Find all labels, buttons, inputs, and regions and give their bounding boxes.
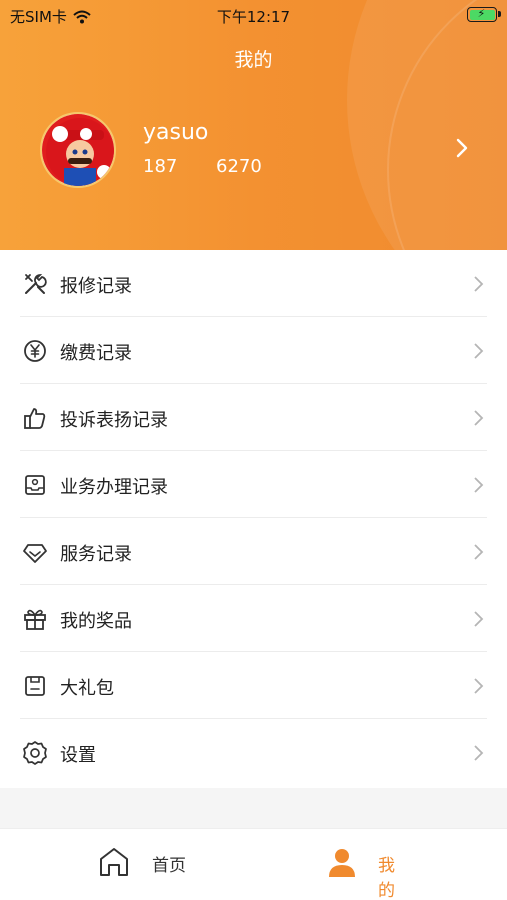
menu-item-settings[interactable]: 设置 [0, 719, 507, 786]
menu-item-service-records[interactable]: 服务记录 [0, 518, 507, 585]
chevron-right-icon [474, 745, 484, 761]
menu-item-repair-records[interactable]: 报修记录 [0, 250, 507, 317]
tab-bar: 首页 我的 [0, 828, 507, 900]
tab-mine-label: 我的 [378, 856, 395, 900]
tab-mine[interactable]: 我的 [0, 829, 395, 900]
profile-card[interactable]: yasuo 187 6270 [40, 110, 480, 190]
profile-header: 无SIM卡 下午12:17 ⚡ 我的 yasuo 187 6270 [0, 0, 507, 250]
gear-icon [23, 741, 47, 765]
tray-icon [25, 475, 45, 495]
diamond-icon [23, 544, 47, 563]
menu-item-business-records[interactable]: 业务办理记录 [0, 451, 507, 518]
user-icon [329, 849, 355, 877]
menu-item-my-prizes[interactable]: 我的奖品 [0, 585, 507, 652]
menu-item-gift-package[interactable]: 大礼包 [0, 652, 507, 719]
package-icon [25, 676, 45, 696]
chevron-right-icon [474, 343, 484, 359]
gift-icon [24, 609, 46, 630]
chevron-right-icon [474, 611, 484, 627]
profile-stat-1: 187 [143, 156, 178, 177]
menu-list: 报修记录 缴费记录 投诉表扬记录 业务办理记录 服务记录 我的奖品 大礼包 设置 [0, 250, 507, 788]
menu-item-label: 大礼包 [60, 678, 114, 699]
chevron-right-icon [474, 477, 484, 493]
menu-item-label: 我的奖品 [60, 611, 132, 632]
menu-item-label: 缴费记录 [60, 343, 132, 364]
status-bar: 无SIM卡 下午12:17 ⚡ [0, 0, 507, 32]
chevron-right-icon [474, 276, 484, 292]
chevron-right-icon[interactable] [452, 136, 472, 160]
menu-item-label: 设置 [60, 745, 96, 766]
chevron-right-icon [474, 410, 484, 426]
chevron-right-icon [474, 544, 484, 560]
menu-item-label: 服务记录 [60, 544, 132, 565]
yuan-coin-icon [24, 340, 46, 362]
username: yasuo [143, 120, 209, 145]
menu-item-complaint-records[interactable]: 投诉表扬记录 [0, 384, 507, 451]
profile-stat-2: 6270 [216, 156, 262, 177]
page-title: 我的 [234, 49, 273, 71]
avatar[interactable] [40, 112, 116, 188]
chevron-right-icon [474, 678, 484, 694]
menu-item-payment-records[interactable]: 缴费记录 [0, 317, 507, 384]
menu-item-label: 投诉表扬记录 [60, 410, 168, 431]
thumbs-up-icon [24, 408, 46, 429]
menu-item-label: 报修记录 [60, 276, 132, 297]
avatar-image [42, 114, 114, 186]
menu-item-label: 业务办理记录 [60, 477, 168, 498]
clock: 下午12:17 [216, 8, 291, 26]
wrench-icon [25, 274, 47, 294]
battery-icon: ⚡ [467, 7, 501, 22]
